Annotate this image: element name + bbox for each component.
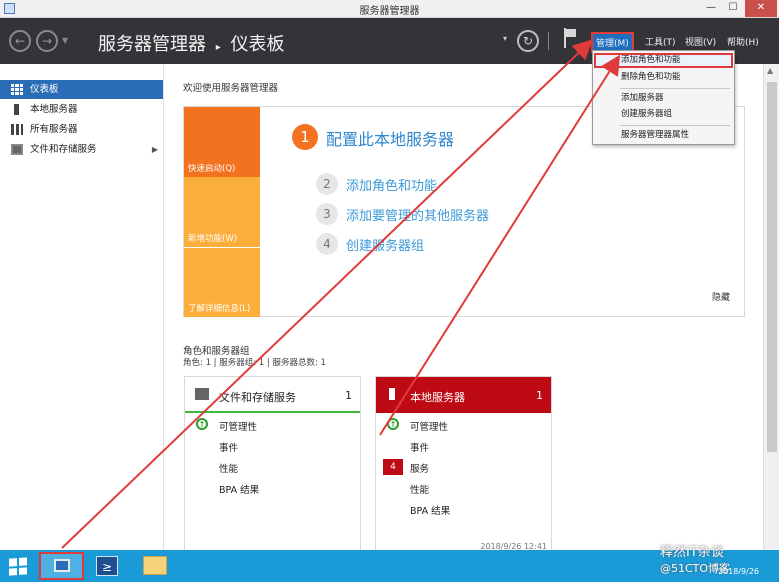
refresh-icon[interactable]: ↻ xyxy=(517,30,539,52)
card-row-performance[interactable]: 性能 xyxy=(376,478,551,498)
server-icon xyxy=(389,388,395,400)
hide-link[interactable]: 隐藏 xyxy=(712,290,730,303)
role-card-local-server[interactable]: 本地服务器 1 ↑ 可管理性 事件 4 服务 性能 BPA 结果 2018/9/… xyxy=(375,376,552,552)
row-label: 可管理性 xyxy=(219,422,258,433)
watermark-text: 释然IT杂谈 xyxy=(660,545,724,560)
card-row-events[interactable]: 事件 xyxy=(376,436,551,456)
row-label: 事件 xyxy=(219,443,239,454)
breadcrumb-root[interactable]: 服务器管理器 xyxy=(98,34,206,55)
row-label: BPA 结果 xyxy=(410,506,451,517)
card-row-services[interactable]: 4 服务 xyxy=(376,457,551,477)
menu-tools[interactable]: 工具(T) xyxy=(645,35,676,48)
forward-arrow-icon[interactable]: → xyxy=(36,30,58,52)
vertical-scrollbar[interactable]: ▲ xyxy=(763,64,779,550)
sidebar-item-label: 仪表板 xyxy=(30,84,59,95)
step-link[interactable]: 添加角色和功能 xyxy=(346,175,437,194)
row-label: 性能 xyxy=(410,485,430,496)
menu-item-server-manager-properties[interactable]: 服务器管理器属性 xyxy=(594,128,733,143)
status-ok-icon: ↑ xyxy=(196,418,208,430)
separator xyxy=(548,32,549,50)
breadcrumb: 服务器管理器 ▸ 仪表板 xyxy=(98,30,285,56)
notifications-flag-icon[interactable] xyxy=(564,28,578,48)
card-row-bpa[interactable]: BPA 结果 xyxy=(376,499,551,519)
sidebar: 仪表板 本地服务器 所有服务器 文件和存储服务 ▶ xyxy=(0,64,164,550)
card-header[interactable]: 本地服务器 1 xyxy=(376,377,551,413)
step-number: 1 xyxy=(292,124,318,150)
storage-icon xyxy=(11,144,23,155)
tile-label: 快速启动(Q) xyxy=(188,164,236,174)
taskbar-date: 2018/9/26 xyxy=(718,567,760,576)
history-dropdown-icon[interactable]: ▼ xyxy=(62,36,68,45)
breadcrumb-current: 仪表板 xyxy=(230,34,285,55)
refresh-dropdown-icon[interactable]: ▾ xyxy=(503,34,507,43)
tile-whats-new[interactable]: 新增功能(W) xyxy=(184,177,260,247)
breadcrumb-separator-icon: ▸ xyxy=(215,42,221,53)
menu-item-add-roles[interactable]: 添加角色和功能 xyxy=(594,53,733,68)
close-button[interactable]: ✕ xyxy=(745,0,777,17)
step-number: 4 xyxy=(316,233,338,255)
menu-help[interactable]: 帮助(H) xyxy=(727,35,759,48)
storage-icon xyxy=(195,388,209,400)
tile-label: 了解详细信息(L) xyxy=(188,304,251,314)
roles-title: 角色和服务器组 xyxy=(183,346,250,357)
row-label: BPA 结果 xyxy=(219,485,260,496)
sidebar-item-all-servers[interactable]: 所有服务器 xyxy=(0,120,163,139)
sidebar-item-local-server[interactable]: 本地服务器 xyxy=(0,100,163,119)
card-count: 1 xyxy=(536,389,543,402)
taskbar-powershell-icon[interactable]: ≥ xyxy=(96,556,118,576)
menu-separator xyxy=(620,88,730,89)
menu-item-add-servers[interactable]: 添加服务器 xyxy=(594,91,733,106)
sidebar-item-label: 文件和存储服务 xyxy=(30,144,97,155)
row-label: 服务 xyxy=(410,464,430,475)
menu-view[interactable]: 视图(V) xyxy=(685,35,716,48)
tile-learn-more[interactable]: 了解详细信息(L) xyxy=(184,247,260,317)
server-icon xyxy=(14,104,19,115)
taskbar-server-manager-icon[interactable] xyxy=(39,552,84,580)
card-row-manageability[interactable]: ↑ 可管理性 xyxy=(376,415,551,435)
card-header[interactable]: 文件和存储服务 1 xyxy=(185,377,360,413)
step-number: 2 xyxy=(316,173,338,195)
roles-summary: 角色: 1 | 服务器组: 1 | 服务器总数: 1 xyxy=(183,358,326,368)
servers-icon xyxy=(11,124,23,135)
row-label: 可管理性 xyxy=(410,422,449,433)
title-bar: 服务器管理器 — ☐ ✕ xyxy=(0,0,779,18)
tile-label: 新增功能(W) xyxy=(188,234,238,244)
welcome-title: 欢迎使用服务器管理器 xyxy=(183,83,279,94)
role-card-file-storage[interactable]: 文件和存储服务 1 ↑ 可管理性 事件 性能 BPA 结果 xyxy=(184,376,361,552)
card-row-bpa[interactable]: BPA 结果 xyxy=(185,478,360,498)
maximize-button[interactable]: ☐ xyxy=(722,0,744,17)
window-title: 服务器管理器 xyxy=(359,6,420,17)
dashboard-icon xyxy=(11,84,23,95)
step-link[interactable]: 创建服务器组 xyxy=(346,235,424,254)
card-title: 文件和存储服务 xyxy=(219,391,296,404)
menu-separator xyxy=(620,125,730,126)
step-link[interactable]: 配置此本地服务器 xyxy=(326,126,454,150)
scroll-up-icon[interactable]: ▲ xyxy=(767,66,773,75)
taskbar-explorer-folder-icon[interactable] xyxy=(143,556,167,575)
row-label: 性能 xyxy=(219,464,239,475)
sidebar-item-file-storage[interactable]: 文件和存储服务 ▶ xyxy=(0,140,163,159)
minimize-button[interactable]: — xyxy=(700,0,722,17)
status-ok-icon: ↑ xyxy=(387,418,399,430)
scroll-thumb[interactable] xyxy=(767,82,777,452)
step-link[interactable]: 添加要管理的其他服务器 xyxy=(346,205,489,224)
tile-quick-start[interactable]: 快速启动(Q) xyxy=(184,107,260,177)
card-title: 本地服务器 xyxy=(410,391,465,404)
menu-item-remove-roles[interactable]: 删除角色和功能 xyxy=(594,70,733,85)
alert-count-badge: 4 xyxy=(383,459,403,475)
manage-dropdown-menu: 添加角色和功能 删除角色和功能 添加服务器 创建服务器组 服务器管理器属性 xyxy=(592,50,735,145)
card-row-events[interactable]: 事件 xyxy=(185,436,360,456)
card-row-manageability[interactable]: ↑ 可管理性 xyxy=(185,415,360,435)
sidebar-item-label: 所有服务器 xyxy=(30,124,78,135)
step-number: 3 xyxy=(316,203,338,225)
back-arrow-icon[interactable]: ← xyxy=(9,30,31,52)
sidebar-item-dashboard[interactable]: 仪表板 xyxy=(0,80,163,99)
row-label: 事件 xyxy=(410,443,430,454)
card-count: 1 xyxy=(345,389,352,402)
card-row-performance[interactable]: 性能 xyxy=(185,457,360,477)
sidebar-item-label: 本地服务器 xyxy=(30,104,78,115)
windows-start-icon[interactable] xyxy=(9,557,27,576)
menu-item-create-server-group[interactable]: 创建服务器组 xyxy=(594,107,733,122)
expand-arrow-icon[interactable]: ▶ xyxy=(152,140,158,159)
